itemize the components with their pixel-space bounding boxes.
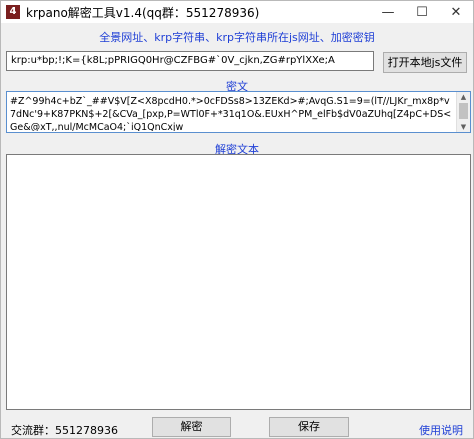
app-logo-icon: 4 bbox=[6, 5, 20, 19]
maximize-button[interactable]: ☐ bbox=[405, 1, 439, 23]
title-bar: 4 krpano解密工具v1.4(qq群：551278936) — ☐ ✕ bbox=[1, 1, 473, 23]
open-local-js-button[interactable]: 打开本地js文件 bbox=[383, 52, 467, 73]
input-hint-banner: 全景网址、krp字符串、krp字符串所在js网址、加密密钥 bbox=[99, 31, 375, 44]
save-button[interactable]: 保存 bbox=[269, 417, 349, 437]
close-button[interactable]: ✕ bbox=[439, 1, 473, 23]
plain-textarea[interactable] bbox=[6, 154, 471, 410]
qq-group-text: 交流群：551278936 bbox=[11, 424, 118, 437]
url-input[interactable]: krp:u*bp;!;K={k8L;pPRIGQ0Hr@CZFBG#`0V_cj… bbox=[6, 51, 374, 71]
cipher-text: #Z^99h4c+bZ`_##V$V[Z<X8pcdH0.*>0cFDSs8>1… bbox=[10, 96, 452, 131]
scroll-up-icon[interactable]: ▲ bbox=[457, 92, 470, 102]
help-link[interactable]: 使用说明 bbox=[419, 422, 463, 438]
minimize-button[interactable]: — bbox=[371, 1, 405, 23]
app-window: 4 krpano解密工具v1.4(qq群：551278936) — ☐ ✕ 全景… bbox=[0, 0, 474, 439]
cipher-scrollbar[interactable]: ▲ ▼ bbox=[456, 92, 470, 132]
scroll-thumb[interactable] bbox=[459, 103, 468, 119]
decrypt-button[interactable]: 解密 bbox=[152, 417, 231, 437]
cipher-textarea[interactable]: #Z^99h4c+bZ`_##V$V[Z<X8pcdH0.*>0cFDSs8>1… bbox=[6, 91, 471, 133]
scroll-down-icon[interactable]: ▼ bbox=[457, 122, 470, 132]
window-controls: — ☐ ✕ bbox=[371, 1, 473, 23]
window-title: krpano解密工具v1.4(qq群：551278936) bbox=[26, 5, 260, 20]
